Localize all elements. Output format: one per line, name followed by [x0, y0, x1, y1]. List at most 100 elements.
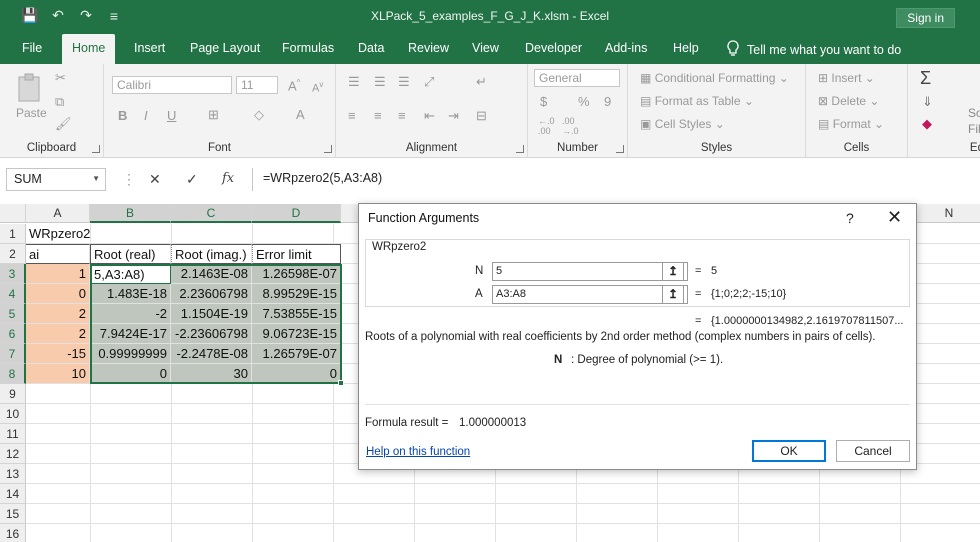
- cell-b6[interactable]: 7.9424E-17: [90, 324, 171, 344]
- column-header-b[interactable]: B: [90, 204, 171, 223]
- left-align-icon[interactable]: ≡: [348, 108, 356, 123]
- tab-formulas[interactable]: Formulas: [282, 41, 334, 55]
- bottom-align-icon[interactable]: ☰: [398, 74, 410, 90]
- wrap-text-icon[interactable]: ↵: [476, 74, 487, 90]
- insert-cells-button[interactable]: ⊞ Insert ⌄: [818, 71, 875, 85]
- decrease-font-icon[interactable]: Av: [312, 80, 323, 95]
- tab-review[interactable]: Review: [408, 41, 449, 55]
- column-header-c[interactable]: C: [171, 204, 252, 223]
- cell-a3[interactable]: 1: [26, 264, 90, 284]
- format-painter-icon[interactable]: 🖌: [55, 116, 72, 132]
- arg-n-input[interactable]: 5: [492, 262, 688, 281]
- bold-icon[interactable]: B: [118, 108, 127, 123]
- dialog-close-button[interactable]: ✕: [887, 207, 902, 228]
- clear-icon[interactable]: ◆: [922, 116, 932, 132]
- row-header-6[interactable]: 6: [0, 324, 26, 344]
- tab-help[interactable]: Help: [673, 41, 699, 55]
- cell-a6[interactable]: 2: [26, 324, 90, 344]
- row-header-2[interactable]: 2: [0, 244, 26, 264]
- dialog-help-button[interactable]: ?: [846, 210, 854, 226]
- decrease-indent-icon[interactable]: ⇤: [424, 108, 435, 124]
- merge-center-icon[interactable]: ⊟: [476, 108, 487, 124]
- row-header-8[interactable]: 8: [0, 364, 26, 384]
- tab-insert[interactable]: Insert: [134, 41, 165, 55]
- cell-c7[interactable]: -2.2478E-08: [171, 344, 252, 364]
- row-header-11[interactable]: 11: [0, 424, 26, 444]
- tab-page-layout[interactable]: Page Layout: [190, 41, 260, 55]
- cell-c3[interactable]: 2.1463E-08: [171, 264, 252, 284]
- tab-developer[interactable]: Developer: [525, 41, 582, 55]
- cell-a7[interactable]: -15: [26, 344, 90, 364]
- cell-d7[interactable]: 1.26579E-07: [252, 344, 341, 364]
- name-box-dropdown-icon[interactable]: ▼: [92, 174, 100, 183]
- row-header-1[interactable]: 1: [0, 224, 26, 244]
- increase-font-icon[interactable]: A^: [288, 78, 300, 93]
- italic-icon[interactable]: I: [144, 108, 148, 123]
- paste-label[interactable]: Paste: [16, 106, 47, 120]
- fill-handle[interactable]: [338, 380, 344, 386]
- alignment-launcher[interactable]: [516, 145, 524, 153]
- autosum-icon[interactable]: Σ: [920, 68, 931, 89]
- cell-styles-button[interactable]: ▣ Cell Styles ⌄: [640, 117, 725, 131]
- comma-icon[interactable]: 9: [604, 94, 611, 109]
- arg-a-input[interactable]: A3:A8: [492, 285, 688, 304]
- cell-a2[interactable]: ai: [26, 244, 90, 264]
- row-header-14[interactable]: 14: [0, 484, 26, 504]
- cell-a8[interactable]: 10: [26, 364, 90, 384]
- cut-icon[interactable]: ✂: [55, 70, 66, 86]
- enter-entry-button[interactable]: ✓: [186, 171, 198, 188]
- insert-function-button[interactable]: fx: [222, 171, 234, 186]
- cell-d2[interactable]: Error limit: [252, 244, 341, 264]
- center-align-icon[interactable]: ≡: [374, 108, 382, 123]
- number-launcher[interactable]: [616, 145, 624, 153]
- tab-view[interactable]: View: [472, 41, 499, 55]
- font-size-box[interactable]: 11: [236, 76, 278, 94]
- fill-color-icon[interactable]: ◇: [254, 107, 264, 123]
- cancel-entry-button[interactable]: ✕: [149, 171, 161, 188]
- right-align-icon[interactable]: ≡: [398, 108, 406, 123]
- decrease-decimal-icon[interactable]: .00 →.0: [562, 116, 579, 136]
- row-header-12[interactable]: 12: [0, 444, 26, 464]
- underline-icon[interactable]: U: [167, 108, 176, 123]
- cell-b7[interactable]: 0.99999999: [90, 344, 171, 364]
- cell-a1[interactable]: WRpzero2: [26, 224, 171, 244]
- tab-add-ins[interactable]: Add-ins: [605, 41, 647, 55]
- cell-b4[interactable]: 1.483E-18: [90, 284, 171, 304]
- cell-c8[interactable]: 30: [171, 364, 252, 384]
- row-header-7[interactable]: 7: [0, 344, 26, 364]
- formula-input[interactable]: =WRpzero2(5,A3:A8): [252, 168, 980, 191]
- row-header-10[interactable]: 10: [0, 404, 26, 424]
- row-header-5[interactable]: 5: [0, 304, 26, 324]
- tell-me-box[interactable]: Tell me what you want to do: [727, 40, 901, 59]
- format-as-table-button[interactable]: ▤ Format as Table ⌄: [640, 94, 754, 108]
- number-format-box[interactable]: General: [534, 69, 620, 87]
- cell-c6[interactable]: -2.23606798: [171, 324, 252, 344]
- currency-icon[interactable]: $: [540, 94, 547, 109]
- column-header-n[interactable]: N: [918, 204, 980, 223]
- row-header-16[interactable]: 16: [0, 524, 26, 542]
- font-name-box[interactable]: Calibri: [112, 76, 232, 94]
- font-color-icon[interactable]: A: [296, 107, 305, 122]
- copy-icon[interactable]: ⧉: [55, 94, 64, 110]
- borders-icon[interactable]: ⊞: [208, 107, 219, 123]
- fill-icon[interactable]: ⇓: [922, 94, 933, 110]
- cell-c4[interactable]: 2.23606798: [171, 284, 252, 304]
- cell-c2[interactable]: Root (imag.): [171, 244, 252, 264]
- row-header-13[interactable]: 13: [0, 464, 26, 484]
- row-header-3[interactable]: 3: [0, 264, 26, 284]
- tab-data[interactable]: Data: [358, 41, 384, 55]
- percent-icon[interactable]: %: [578, 94, 590, 109]
- cell-d8[interactable]: 0: [252, 364, 341, 384]
- cell-b5[interactable]: -2: [90, 304, 171, 324]
- cell-d6[interactable]: 9.06723E-15: [252, 324, 341, 344]
- middle-align-icon[interactable]: ☰: [374, 74, 386, 90]
- find-select-label[interactable]: Filt: [968, 122, 980, 136]
- top-align-icon[interactable]: ☰: [348, 74, 360, 90]
- cell-c5[interactable]: 1.1504E-19: [171, 304, 252, 324]
- cell-a4[interactable]: 0: [26, 284, 90, 304]
- cell-d4[interactable]: 8.99529E-15: [252, 284, 341, 304]
- ok-button[interactable]: OK: [752, 440, 826, 462]
- cell-b3-editing[interactable]: 5,A3:A8): [90, 264, 171, 284]
- select-all-corner[interactable]: [0, 204, 26, 223]
- arg-n-collapse-button[interactable]: ↥: [662, 262, 684, 281]
